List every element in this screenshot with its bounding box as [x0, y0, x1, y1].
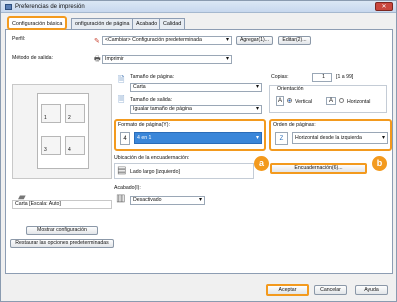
printing-preferences-window: Preferencias de impresión ✕ Configuració…	[0, 0, 397, 302]
printer-output-icon: 🖶	[94, 56, 101, 63]
help-button[interactable]: Ayuda	[355, 285, 388, 295]
preview-cell: 1	[41, 104, 61, 123]
preview-cell: 2	[65, 104, 85, 123]
page-layout-select[interactable]: 4 en 1	[134, 132, 262, 144]
add-profile-button[interactable]: Agregar(1)...	[236, 36, 273, 45]
radio-horizontal[interactable]	[339, 98, 344, 104]
preview-cell: 3	[41, 136, 61, 155]
preview-cell: 4	[65, 136, 85, 155]
ok-button[interactable]: Aceptar	[266, 284, 309, 296]
tab-basic-settings[interactable]: Configuración básica	[7, 16, 68, 30]
window-title: Preferencias de impresión	[15, 4, 85, 10]
finishing-select[interactable]: Desactivado	[130, 196, 205, 205]
copies-range: [1 a 99]	[336, 74, 354, 80]
orientation-label: Orientación	[277, 86, 304, 92]
page-order-label: Orden de páginas:	[273, 122, 316, 128]
n-up-icon: 4	[120, 132, 130, 145]
layout-preview: 1 2 3 4	[12, 84, 112, 179]
finishing-icon: ▥	[116, 193, 126, 204]
output-size-label: Tamaño de salida:	[130, 97, 173, 103]
page-size-select[interactable]: Carta	[130, 83, 262, 92]
settings-panel: Perfil: ✎ <Cambiar> Configuración predet…	[5, 29, 393, 274]
z-order-icon: Z	[275, 132, 288, 145]
radio-vertical[interactable]	[287, 98, 292, 104]
preview-page: 1 2 3 4	[37, 93, 89, 169]
output-method-label: Método de salida:	[12, 55, 53, 61]
binding-icon: ▤	[117, 165, 127, 176]
portrait-icon: A	[276, 96, 284, 106]
output-size-icon: 🗏	[118, 95, 125, 104]
tab-page-setup[interactable]: onfiguración de página	[71, 18, 134, 29]
restore-defaults-button[interactable]: Restaurar las opciones predeterminadas	[10, 239, 114, 248]
orientation-horizontal-label: Horizontal	[347, 99, 371, 105]
landscape-icon: A	[326, 97, 336, 105]
callout-badge-a: a	[254, 156, 269, 171]
pencil-icon: ✎	[94, 38, 100, 45]
title-bar: Preferencias de impresión ✕	[1, 1, 396, 13]
tab-quality[interactable]: Calidad	[159, 18, 186, 29]
callout-badge-b: b	[372, 156, 387, 171]
copies-stepper[interactable]: 1	[312, 73, 332, 82]
binding-button[interactable]: Encuadernación(6)...	[270, 163, 367, 174]
page-order-select[interactable]: Horizontal desde la izquierda	[292, 132, 388, 144]
page-size-label: Tamaño de página:	[130, 74, 175, 80]
tab-finishing[interactable]: Acabado	[132, 18, 162, 29]
cancel-button[interactable]: Cancelar	[314, 285, 347, 295]
binding-location-label: Ubicación de la encuadernación:	[114, 155, 190, 161]
printer-icon	[5, 4, 12, 10]
edit-profile-button[interactable]: Editar(2)...	[278, 36, 311, 45]
close-button[interactable]: ✕	[375, 2, 393, 11]
finishing-label: Acabado(I):	[114, 185, 141, 191]
profile-label: Perfil:	[12, 36, 26, 42]
copies-label: Copias:	[271, 74, 289, 80]
orientation-vertical-label: Vertical	[295, 99, 313, 105]
page-size-icon: 🗎	[118, 75, 125, 84]
binding-location-value: Lado largo [izquierdo]	[130, 169, 180, 175]
output-size-select[interactable]: Igualar tamaño de página	[130, 105, 262, 114]
output-method-select[interactable]: Imprimir	[102, 55, 232, 64]
page-layout-label: Formato de página(Y):	[118, 122, 170, 128]
preview-caption: Carta [Escala: Auto]	[12, 200, 112, 209]
profile-select[interactable]: <Cambiar> Configuración predeterminada	[102, 36, 232, 45]
show-settings-button[interactable]: Mostrar configuración	[26, 226, 98, 235]
